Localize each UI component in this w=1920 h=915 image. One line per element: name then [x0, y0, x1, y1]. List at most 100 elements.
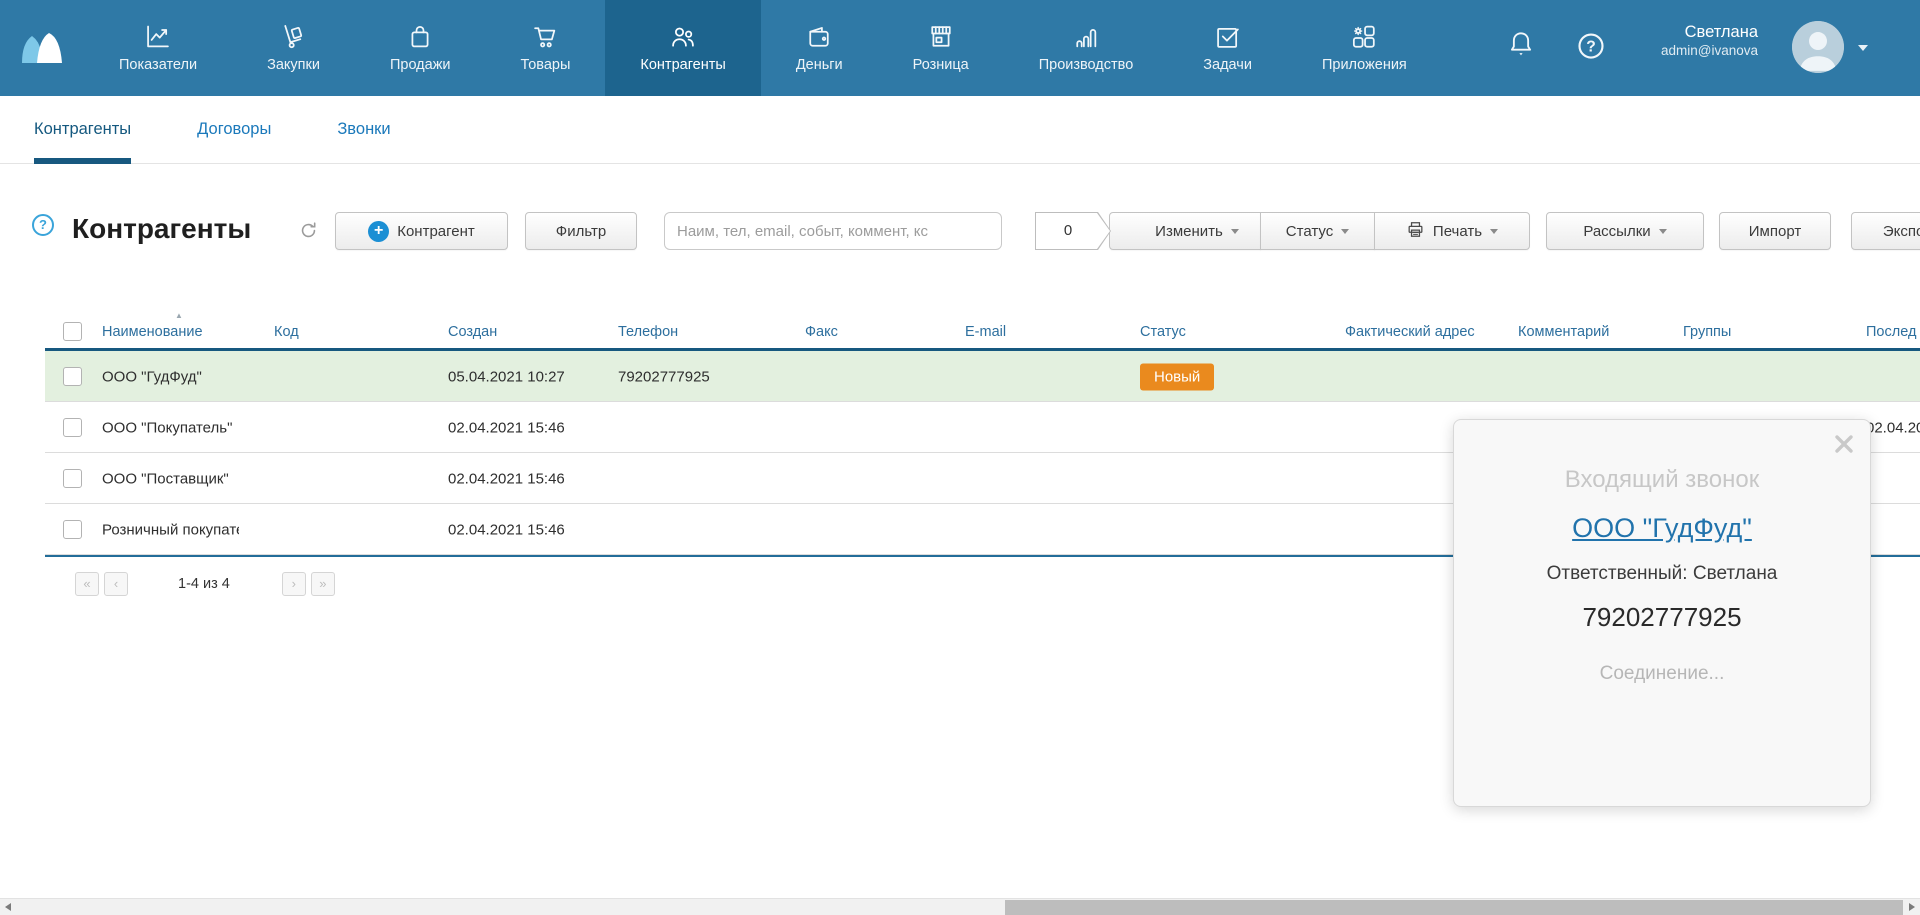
row-checkbox[interactable] [63, 469, 82, 488]
main-menu: Показатели Закупки Продажи Товары [84, 0, 1442, 96]
nav-item-label: Показатели [119, 57, 197, 73]
close-icon[interactable] [1831, 431, 1857, 462]
checkbox-check-icon [1214, 23, 1242, 51]
column-header-code[interactable]: Код [274, 324, 299, 340]
nav-item-sales[interactable]: Продажи [355, 0, 486, 96]
apps-grid-gear-icon [1350, 23, 1378, 51]
add-counterparty-button[interactable]: + Контрагент [335, 212, 508, 250]
column-header-groups[interactable]: Группы [1683, 324, 1731, 340]
chevron-down-icon[interactable] [1858, 45, 1868, 51]
storefront-icon [927, 23, 955, 51]
nav-item-apps[interactable]: Приложения [1287, 0, 1442, 96]
row-checkbox[interactable] [63, 520, 82, 539]
nav-item-label: Розница [913, 57, 969, 73]
column-header-address[interactable]: Фактический адрес [1345, 324, 1475, 340]
incoming-call-popup: Входящий звонок ООО "ГудФуд" Ответственн… [1453, 419, 1871, 807]
nav-item-label: Производство [1039, 57, 1134, 73]
nav-item-retail[interactable]: Розница [878, 0, 1004, 96]
call-responsible: Ответственный: Светлана [1454, 563, 1870, 585]
user-email: admin@ivanova [1661, 43, 1758, 58]
help-icon[interactable]: ? [1576, 31, 1606, 66]
refresh-icon[interactable] [299, 221, 318, 245]
nav-item-label: Контрагенты [640, 57, 725, 73]
chevron-down-icon [1490, 229, 1498, 234]
column-header-comment[interactable]: Комментарий [1518, 324, 1609, 340]
chart-icon [144, 23, 172, 51]
app-screen: Показатели Закупки Продажи Товары [0, 0, 1920, 915]
hand-truck-icon [280, 23, 308, 51]
cell-name: ООО "Поставщик" [102, 470, 239, 487]
call-contact-link[interactable]: ООО "ГудФуд" [1572, 513, 1752, 544]
cell-name: ООО "ГудФуд" [102, 368, 239, 385]
column-header-last[interactable]: Послед [1866, 324, 1916, 340]
svg-text:?: ? [1586, 38, 1596, 55]
pagination-first-button[interactable] [75, 572, 99, 596]
shopping-bag-icon [406, 23, 434, 51]
tab-contracts[interactable]: Договоры [197, 96, 271, 164]
pagination-label: 1-4 из 4 [178, 576, 230, 592]
edit-dropdown-button[interactable]: Изменить [1109, 212, 1261, 250]
nav-item-label: Приложения [1322, 57, 1407, 73]
notifications-bell-icon[interactable] [1506, 29, 1536, 66]
add-counterparty-label: Контрагент [397, 223, 475, 240]
pagination-last-button[interactable] [311, 572, 335, 596]
user-avatar[interactable] [1792, 21, 1844, 73]
cell-name: Розничный покупатель [102, 521, 239, 538]
sort-ascending-icon: ▲ [175, 311, 183, 320]
table-header-row: ▲ Наименование Код Создан Телефон Факс E… [45, 310, 1920, 351]
call-connection-status: Соединение... [1454, 663, 1870, 685]
cell-created: 02.04.2021 15:46 [448, 419, 565, 436]
call-popup-title: Входящий звонок [1454, 466, 1870, 494]
export-button[interactable]: Экспорт [1851, 212, 1920, 250]
scroll-right-arrow-icon[interactable] [1903, 899, 1920, 915]
search-input[interactable] [664, 212, 1002, 250]
production-bars-icon [1072, 23, 1100, 51]
print-dropdown-button[interactable]: Печать [1374, 212, 1530, 250]
nav-item-production[interactable]: Производство [1004, 0, 1169, 96]
chevron-down-icon [1341, 229, 1349, 234]
nav-item-money[interactable]: Деньги [761, 0, 878, 96]
pagination: 1-4 из 4 [75, 572, 335, 596]
select-all-checkbox[interactable] [63, 322, 82, 341]
nav-item-label: Товары [521, 57, 571, 73]
user-menu[interactable]: Светлана admin@ivanova [1661, 22, 1758, 58]
column-header-status[interactable]: Статус [1140, 324, 1186, 340]
filter-button[interactable]: Фильтр [525, 212, 637, 250]
mailings-dropdown-button[interactable]: Рассылки [1546, 212, 1704, 250]
tab-calls[interactable]: Звонки [337, 96, 390, 164]
page-title: Контрагенты [72, 213, 251, 245]
table-row[interactable]: ООО "ГудФуд" 05.04.2021 10:27 7920277792… [45, 351, 1920, 402]
row-checkbox[interactable] [63, 418, 82, 437]
nav-item-label: Задачи [1203, 57, 1252, 73]
column-header-email[interactable]: E-mail [965, 324, 1006, 340]
nav-item-label: Деньги [796, 57, 843, 73]
import-button[interactable]: Импорт [1719, 212, 1831, 250]
column-header-name[interactable]: Наименование [102, 324, 203, 340]
scroll-left-arrow-icon[interactable] [0, 899, 17, 915]
tab-counterparties[interactable]: Контрагенты [34, 96, 131, 164]
column-header-fax[interactable]: Факс [805, 324, 838, 340]
nav-item-indicators[interactable]: Показатели [84, 0, 232, 96]
nav-item-purchases[interactable]: Закупки [232, 0, 355, 96]
nav-item-label: Продажи [390, 57, 451, 73]
user-name: Светлана [1661, 22, 1758, 43]
nav-item-label: Закупки [267, 57, 320, 73]
pagination-next-button[interactable] [282, 572, 306, 596]
nav-item-goods[interactable]: Товары [486, 0, 606, 96]
page-help-icon[interactable]: ? [32, 214, 54, 236]
cell-created: 02.04.2021 15:46 [448, 470, 565, 487]
column-header-created[interactable]: Создан [448, 324, 497, 340]
moysklad-logo-icon[interactable] [0, 0, 84, 96]
cell-phone: 79202777925 [618, 368, 710, 385]
chevron-down-icon [1231, 229, 1239, 234]
pagination-prev-button[interactable] [104, 572, 128, 596]
column-header-phone[interactable]: Телефон [618, 324, 678, 340]
nav-item-counterparties[interactable]: Контрагенты [605, 0, 760, 96]
row-checkbox[interactable] [63, 367, 82, 386]
top-navigation: Показатели Закупки Продажи Товары [0, 0, 1920, 96]
printer-icon [1406, 220, 1425, 243]
status-dropdown-button[interactable]: Статус [1260, 212, 1375, 250]
cell-last-event: 02.04.2021 15:46 [1866, 419, 1920, 436]
scrollbar-thumb[interactable] [1005, 900, 1903, 915]
nav-item-tasks[interactable]: Задачи [1168, 0, 1287, 96]
